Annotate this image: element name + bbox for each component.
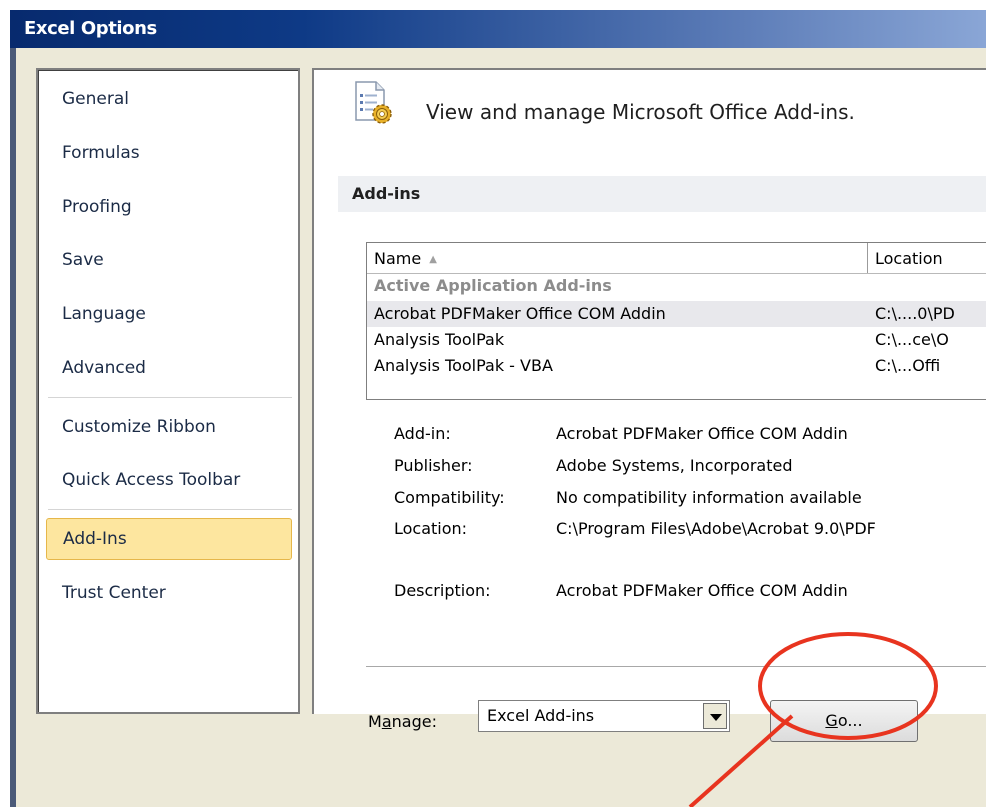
addin-name: Analysis ToolPak - VBA — [374, 356, 553, 375]
excel-options-window: Excel Options General Formulas Proofing … — [10, 10, 986, 807]
sidebar-item-proofing[interactable]: Proofing — [46, 186, 292, 228]
column-header-name[interactable]: Name ▲ — [374, 243, 437, 273]
table-row[interactable]: Acrobat PDFMaker Office COM Addin C:\...… — [367, 301, 986, 327]
addins-gear-icon — [355, 81, 392, 124]
manage-dropdown-value: Excel Add-ins — [487, 706, 595, 725]
section-divider — [366, 666, 986, 667]
sidebar-item-general[interactable]: General — [46, 78, 292, 120]
group-label: Active Application Add-ins — [374, 276, 612, 295]
manage-dropdown[interactable]: Excel Add-ins — [478, 700, 730, 732]
sidebar-separator — [48, 509, 292, 510]
page-heading: View and manage Microsoft Office Add-ins… — [426, 100, 855, 124]
manage-label: Manage: — [368, 712, 437, 731]
table-row[interactable]: Analysis ToolPak C:\...ce\O — [367, 327, 986, 353]
addins-list[interactable]: Name ▲ Location Active Application Add-in… — [366, 242, 986, 400]
sidebar-item-add-ins[interactable]: Add-Ins — [46, 518, 292, 560]
chevron-down-icon[interactable] — [703, 703, 727, 729]
section-title: Add-ins — [338, 176, 986, 212]
detail-label-add-in: Add-in: — [394, 424, 451, 443]
addin-location: C:\...ce\O — [875, 330, 949, 349]
title-bar: Excel Options — [10, 10, 986, 48]
addins-content-panel: View and manage Microsoft Office Add-ins… — [312, 68, 986, 742]
sidebar-item-customize-ribbon[interactable]: Customize Ribbon — [46, 406, 292, 448]
addin-name: Analysis ToolPak — [374, 330, 505, 349]
sidebar-separator — [48, 397, 292, 398]
detail-value-location: C:\Program Files\Adobe\Acrobat 9.0\PDF — [556, 519, 876, 538]
detail-label-compatibility: Compatibility: — [394, 488, 505, 507]
detail-label-location: Location: — [394, 519, 468, 538]
list-header: Name ▲ Location — [367, 243, 986, 274]
table-row[interactable]: Analysis ToolPak - VBA C:\...Offi — [367, 353, 986, 379]
sort-ascending-icon: ▲ — [429, 254, 437, 265]
sidebar-item-formulas[interactable]: Formulas — [46, 132, 292, 174]
detail-value-add-in: Acrobat PDFMaker Office COM Addin — [556, 424, 848, 443]
go-button[interactable]: Go... — [770, 700, 918, 742]
window-title: Excel Options — [24, 18, 157, 39]
detail-label-description: Description: — [394, 581, 491, 600]
sidebar-item-language[interactable]: Language — [46, 293, 292, 335]
dialog-body: General Formulas Proofing Save Language … — [16, 48, 986, 807]
sidebar-item-save[interactable]: Save — [46, 239, 292, 281]
sidebar-item-quick-access-toolbar[interactable]: Quick Access Toolbar — [46, 459, 292, 501]
column-divider[interactable] — [867, 243, 868, 273]
detail-label-publisher: Publisher: — [394, 456, 473, 475]
addin-location: C:\...Offi — [875, 356, 941, 375]
addin-location: C:\....0\PD — [875, 304, 955, 323]
detail-value-description: Acrobat PDFMaker Office COM Addin — [556, 581, 848, 600]
detail-value-compatibility: No compatibility information available — [556, 488, 862, 507]
sidebar-item-trust-center[interactable]: Trust Center — [46, 572, 292, 614]
column-header-location[interactable]: Location — [875, 243, 943, 273]
detail-value-publisher: Adobe Systems, Incorporated — [556, 456, 793, 475]
addin-name: Acrobat PDFMaker Office COM Addin — [374, 304, 666, 323]
options-sidebar: General Formulas Proofing Save Language … — [36, 68, 300, 714]
sidebar-item-advanced[interactable]: Advanced — [46, 347, 292, 389]
